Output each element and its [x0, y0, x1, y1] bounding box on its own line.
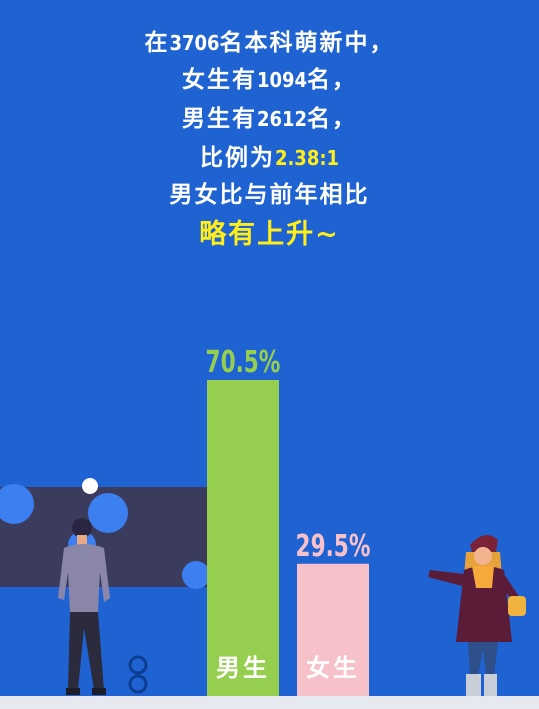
decor-circle — [88, 493, 128, 533]
woman-handbag — [508, 596, 526, 616]
woman-jeans — [468, 642, 498, 676]
bar-group: 70.5% 男生 29.5% 女生 — [206, 346, 371, 696]
woman-boot — [466, 674, 481, 696]
decor-circle — [182, 561, 210, 589]
woman-boot — [484, 674, 497, 696]
decor-circle-white — [82, 478, 98, 494]
man-neck — [77, 535, 87, 545]
bar-category-label: 男生 — [216, 654, 270, 682]
woman-illustration — [428, 535, 526, 696]
bar-male — [207, 380, 279, 696]
floor — [0, 696, 539, 709]
bar-category-label: 女生 — [306, 654, 360, 682]
man-shirt — [58, 544, 110, 612]
bar-value-label: 70.5% — [206, 346, 281, 380]
decor-ring — [128, 655, 148, 694]
woman-face — [474, 547, 492, 565]
man-shoe — [66, 688, 80, 695]
woman-arm — [428, 570, 464, 586]
bar-value-label: 29.5% — [296, 529, 371, 563]
man-pants — [68, 612, 104, 690]
chart-canvas: 70.5% 男生 29.5% 女生 — [0, 346, 539, 709]
man-shoe — [92, 688, 106, 695]
